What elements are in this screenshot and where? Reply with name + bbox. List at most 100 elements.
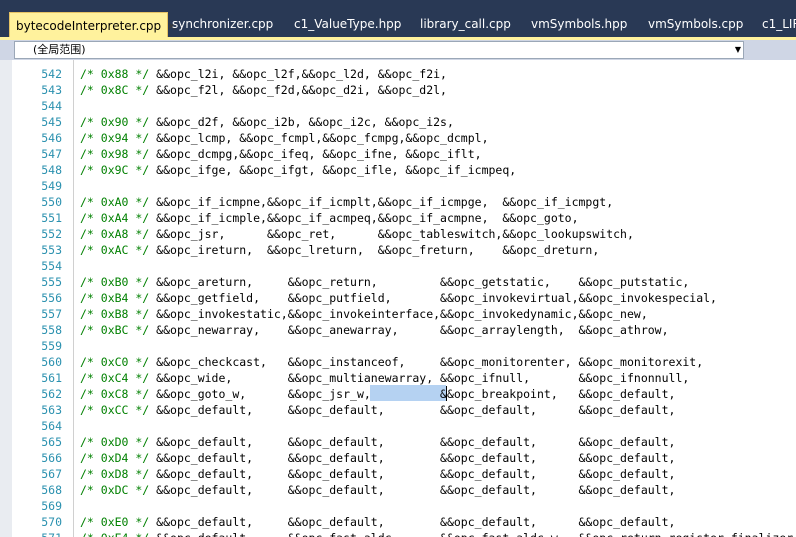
code-text: /* 0x94 */ &&opc_lcmp, &&opc_fcmpl,&&opc… <box>80 130 489 146</box>
tab-bytecodeinterpreter-cpp[interactable]: bytecodeInterpreter.cpp ✕ <box>9 12 176 38</box>
code-line[interactable]: 568 /* 0xDC */ &&opc_default, &&opc_defau… <box>0 482 796 498</box>
code-text: /* 0xD8 */ &&opc_default, &&opc_default,… <box>80 466 675 482</box>
code-comment: /* 0xE0 */ <box>80 515 150 529</box>
line-number: 555 <box>41 275 62 289</box>
code-text: /* 0x8C */ &&opc_f2l, &&opc_f2d,&&opc_d2… <box>80 82 447 98</box>
tab-c1-lir[interactable]: c1_LIR <box>762 12 796 36</box>
tab-label: c1_ValueType.hpp <box>294 17 402 31</box>
code-line[interactable]: 548 /* 0x9C */ &&opc_ifge, &&opc_ifgt, &&… <box>0 162 796 178</box>
code-line[interactable]: 558 /* 0xBC */ &&opc_newarray, &&opc_anew… <box>0 322 796 338</box>
code-comment: /* 0xBC */ <box>80 323 150 337</box>
code-line[interactable]: 546 /* 0x94 */ &&opc_lcmp, &&opc_fcmpl,&&… <box>0 130 796 146</box>
code-text: /* 0xD0 */ &&opc_default, &&opc_default,… <box>80 434 675 450</box>
code-line[interactable]: 557 /* 0xB8 */ &&opc_invokestatic,&&opc_i… <box>0 306 796 322</box>
code-text: /* 0xBC */ &&opc_newarray, &&opc_anewarr… <box>80 322 669 338</box>
chevron-down-icon[interactable]: ▼ <box>735 42 741 58</box>
code-line[interactable]: 555 /* 0xB0 */ &&opc_areturn, &&opc_retur… <box>0 274 796 290</box>
tab-library-call-cpp[interactable]: library_call.cpp <box>420 12 511 36</box>
code-line[interactable]: 565 /* 0xD0 */ &&opc_default, &&opc_defau… <box>0 434 796 450</box>
code-statement: &&opc_d2f, &&opc_i2b, &&opc_i2c, &&opc_i… <box>149 115 454 129</box>
code-comment: /* 0xB8 */ <box>80 307 150 321</box>
code-comment: /* 0xE4 */ <box>80 531 149 537</box>
code-text: /* 0xA0 */ &&opc_if_icmpne,&&opc_if_icmp… <box>80 194 613 210</box>
code-text: /* 0xB0 */ &&opc_areturn, &&opc_return, … <box>80 274 689 290</box>
code-statement: &&opc_lcmp, &&opc_fcmpl,&&opc_fcmpg,&&op… <box>149 131 489 145</box>
tab-c1-valuetype-hpp[interactable]: c1_ValueType.hpp <box>294 12 401 36</box>
line-number: 543 <box>41 83 62 97</box>
code-statement: &&opc_areturn, &&opc_return, &&opc_getst… <box>149 275 690 289</box>
code-line[interactable]: 561 /* 0xC4 */ &&opc_wide, &&opc_multiane… <box>0 370 796 386</box>
line-number: 556 <box>41 291 62 305</box>
code-statement: &&opc_getfield, &&opc_putfield, &&opc_in… <box>149 291 717 305</box>
code-line[interactable]: 564 <box>0 418 796 434</box>
code-line[interactable]: 544 <box>0 98 796 114</box>
line-number: 549 <box>41 179 62 193</box>
code-line[interactable]: 560 /* 0xC0 */ &&opc_checkcast, &&opc_ins… <box>0 354 796 370</box>
code-line[interactable]: 571 /* 0xE4 */ &&opc_default, &&opc_fast_… <box>0 530 796 537</box>
code-comment: /* 0xA4 */ <box>80 211 150 225</box>
code-comment: /* 0xC0 */ <box>80 355 150 369</box>
code-line[interactable]: 554 <box>0 258 796 274</box>
code-line[interactable]: 556 /* 0xB4 */ &&opc_getfield, &&opc_putf… <box>0 290 796 306</box>
code-text: /* 0xDC */ &&opc_default, &&opc_default,… <box>80 482 675 498</box>
line-number: 546 <box>41 131 62 145</box>
code-statement: &&opc_jsr, &&opc_ret, &&opc_tableswitch,… <box>149 227 634 241</box>
line-number: 554 <box>41 259 62 273</box>
code-comment: /* 0x98 */ <box>80 147 150 161</box>
code-line[interactable]: 562 /* 0xC8 */ &&opc_goto_w, &&opc_jsr_w,… <box>0 386 796 402</box>
code-comment: /* 0xB4 */ <box>80 291 150 305</box>
code-statement: &&opc_if_icmple,&&opc_if_acmpeq,&&opc_if… <box>149 211 579 225</box>
tab-label: vmSymbols.cpp <box>648 17 744 31</box>
code-statement: &&opc_default, &&opc_default, &&opc_defa… <box>149 435 676 449</box>
code-statement: &&opc_default, &&opc_default, &&opc_defa… <box>149 515 676 529</box>
line-number: 568 <box>41 483 62 497</box>
code-comment: /* 0xD4 */ <box>80 451 150 465</box>
line-number: 569 <box>41 499 62 513</box>
code-line[interactable]: 559 <box>0 338 796 354</box>
code-statement: &&opc_invokestatic,&&opc_invokeinterface… <box>149 307 648 321</box>
code-line[interactable]: 543 /* 0x8C */ &&opc_f2l, &&opc_f2d,&&opc… <box>0 82 796 98</box>
tab-vmsymbols-cpp[interactable]: vmSymbols.cpp <box>648 12 743 36</box>
code-statement: &&opc_newarray, &&opc_anewarray, &&opc_a… <box>149 323 669 337</box>
tab-vmsymbols-hpp[interactable]: vmSymbols.hpp <box>531 12 627 36</box>
line-number: 564 <box>41 419 62 433</box>
code-text: /* 0xC4 */ &&opc_wide, &&opc_multianewar… <box>80 370 689 386</box>
code-line[interactable]: 553 /* 0xAC */ &&opc_ireturn, &&opc_lretu… <box>0 242 796 258</box>
code-text: /* 0xAC */ &&opc_ireturn, &&opc_lreturn,… <box>80 242 599 258</box>
code-statement: &&opc_l2i, &&opc_l2f,&&opc_l2d, &&opc_f2… <box>149 67 447 81</box>
code-statement: &&opc_default, &&opc_default, &&opc_defa… <box>149 483 676 497</box>
code-text: /* 0x9C */ &&opc_ifge, &&opc_ifgt, &&opc… <box>80 162 516 178</box>
code-statement: &&opc_ireturn, &&opc_lreturn, &&opc_fret… <box>149 243 600 257</box>
code-comment: /* 0xAC */ <box>80 243 150 257</box>
code-line[interactable]: 542 /* 0x88 */ &&opc_l2i, &&opc_l2f,&&opc… <box>0 66 796 82</box>
code-text: /* 0xD4 */ &&opc_default, &&opc_default,… <box>80 450 675 466</box>
code-text: /* 0xB8 */ &&opc_invokestatic,&&opc_invo… <box>80 306 648 322</box>
code-statement: &&opc_wide, &&opc_multianewarray, &&opc_… <box>149 371 690 385</box>
line-number: 550 <box>41 195 62 209</box>
tab-label: library_call.cpp <box>420 17 511 31</box>
tab-synchronizer-cpp[interactable]: synchronizer.cpp <box>172 12 273 36</box>
code-comment: /* 0xA8 */ <box>80 227 150 241</box>
code-line[interactable]: 569 <box>0 498 796 514</box>
code-line[interactable]: 551 /* 0xA4 */ &&opc_if_icmple,&&opc_if_a… <box>0 210 796 226</box>
code-line[interactable]: 552 /* 0xA8 */ &&opc_jsr, &&opc_ret, &&op… <box>0 226 796 242</box>
code-line[interactable]: 550 /* 0xA0 */ &&opc_if_icmpne,&&opc_if_i… <box>0 194 796 210</box>
code-text: /* 0xE0 */ &&opc_default, &&opc_default,… <box>80 514 675 530</box>
code-editor[interactable]: 542 /* 0x88 */ &&opc_l2i, &&opc_l2f,&&opc… <box>0 60 796 537</box>
line-number: 542 <box>41 67 62 81</box>
code-text: /* 0xCC */ &&opc_default, &&opc_default,… <box>80 402 675 418</box>
code-comment: /* 0x9C */ <box>80 163 150 177</box>
code-line[interactable]: 567 /* 0xD8 */ &&opc_default, &&opc_defau… <box>0 466 796 482</box>
code-line[interactable]: 570 /* 0xE0 */ &&opc_default, &&opc_defau… <box>0 514 796 530</box>
text-caret <box>446 386 447 401</box>
tab-label: synchronizer.cpp <box>172 17 274 31</box>
code-text: /* 0x88 */ &&opc_l2i, &&opc_l2f,&&opc_l2… <box>80 66 447 82</box>
code-line[interactable]: 547 /* 0x98 */ &&opc_dcmpg,&&opc_ifeq, &&… <box>0 146 796 162</box>
scope-dropdown[interactable]: (全局范围) ▼ <box>14 41 744 59</box>
code-line[interactable]: 563 /* 0xCC */ &&opc_default, &&opc_defau… <box>0 402 796 418</box>
code-line[interactable]: 549 <box>0 178 796 194</box>
code-statement: &&opc_default, &&opc_default, &&opc_defa… <box>149 467 676 481</box>
code-line[interactable]: 566 /* 0xD4 */ &&opc_default, &&opc_defau… <box>0 450 796 466</box>
code-line[interactable]: 545 /* 0x90 */ &&opc_d2f, &&opc_i2b, &&op… <box>0 114 796 130</box>
line-number: 561 <box>41 371 62 385</box>
